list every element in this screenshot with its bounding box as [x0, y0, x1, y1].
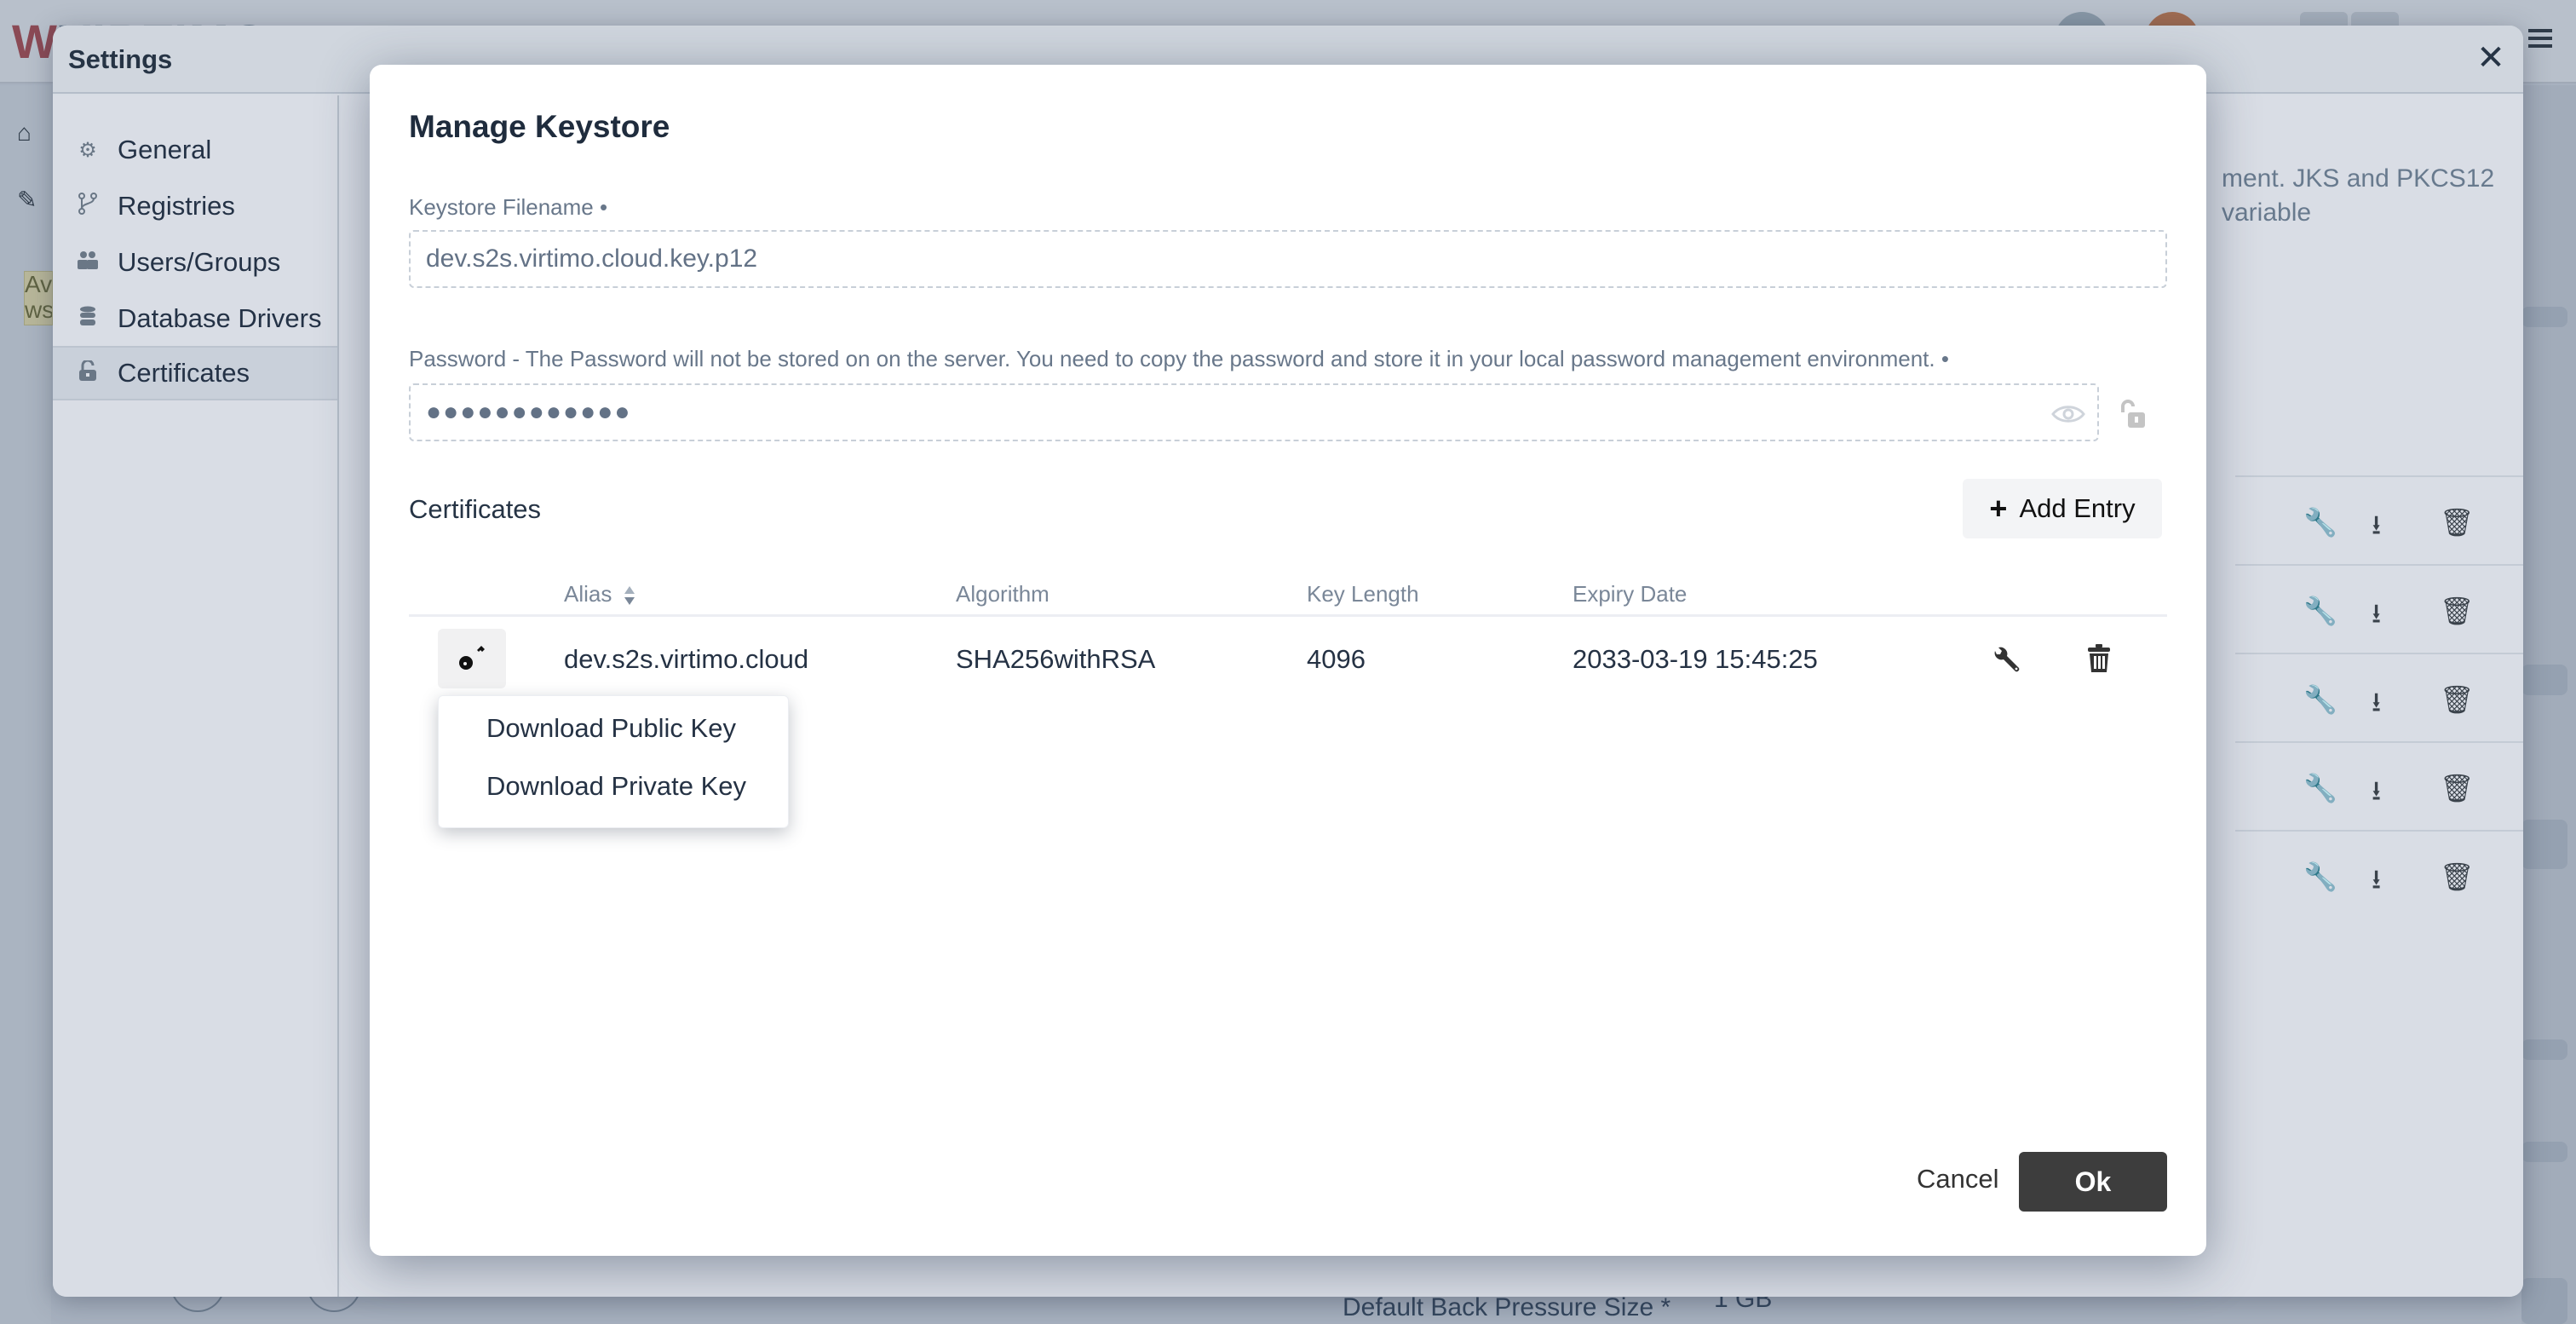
sidebar-item-label: Certificates — [118, 358, 250, 388]
keystore-filename-label: Keystore Filename • — [409, 194, 608, 220]
table-row: dev.s2s.virtimo.cloud SHA256withRSA 4096… — [409, 619, 2167, 702]
users-icon — [75, 250, 101, 275]
expiry-date-cell: 2033-03-19 15:45:25 — [1573, 644, 1818, 674]
keystore-row: 🔧 ⭳ 🗑 — [2235, 564, 2523, 653]
download-public-key-menu-item[interactable]: Download Public Key — [486, 713, 736, 744]
download-icon[interactable]: ⭳ — [2372, 861, 2381, 907]
sidebar-item-users-groups[interactable]: Users/Groups — [53, 235, 337, 290]
trash-icon[interactable]: 🗑 — [2440, 683, 2475, 716]
column-header-alias[interactable]: Alias — [564, 581, 635, 607]
sidebar-item-registries[interactable]: Registries — [53, 179, 337, 233]
back-pressure-label: Default Back Pressure Size * — [1343, 1293, 1671, 1321]
download-icon[interactable]: ⭳ — [2372, 506, 2381, 552]
wrench-icon[interactable]: 🔧 — [2303, 506, 2337, 538]
gear-icon: ⚙ — [78, 138, 97, 162]
database-icon — [75, 306, 101, 332]
sidebar-item-database-drivers[interactable]: Database Drivers — [53, 291, 337, 346]
key-context-menu: Download Public Key Download Private Key — [438, 695, 789, 828]
keystore-row: 🔧 ⭳ 🗑 — [2235, 475, 2523, 564]
key-length-cell: 4096 — [1307, 644, 1366, 674]
sidebar-item-label: Registries — [118, 191, 235, 221]
keystore-row: 🔧 ⭳ 🗑 — [2235, 830, 2523, 918]
wrench-icon[interactable]: 🔧 — [2303, 595, 2337, 627]
sidebar-item-certificates[interactable]: Certificates — [53, 346, 337, 400]
wrench-icon[interactable]: 🔧 — [2303, 772, 2337, 804]
background-note: Av ws — [24, 271, 53, 325]
column-header-key-length[interactable]: Key Length — [1307, 581, 1419, 607]
trash-icon[interactable]: 🗑 — [2440, 772, 2475, 804]
close-icon[interactable]: ✕ — [2472, 39, 2510, 77]
modal-title: Manage Keystore — [409, 109, 670, 144]
alias-cell: dev.s2s.virtimo.cloud — [564, 644, 809, 674]
manage-keystore-modal: Manage Keystore Keystore Filename • dev.… — [370, 65, 2206, 1256]
settings-sidebar: ⚙ General Registries Users/Groups Databa… — [53, 95, 339, 1297]
hamburger-menu-icon[interactable] — [2528, 29, 2552, 48]
keystore-filename-input[interactable]: dev.s2s.virtimo.cloud.key.p12 — [409, 230, 2167, 288]
wrench-icon[interactable]: 🔧 — [2303, 861, 2337, 893]
key-icon — [457, 642, 486, 676]
certificates-description: ment. JKS and PKCS12 variable — [2222, 164, 2495, 227]
algorithm-cell: SHA256withRSA — [956, 644, 1156, 674]
trash-icon[interactable]: 🗑 — [2440, 506, 2475, 538]
sidebar-item-label: Database Drivers — [118, 303, 322, 333]
column-header-algorithm[interactable]: Algorithm — [956, 581, 1049, 607]
sort-icon[interactable] — [624, 586, 635, 606]
download-icon[interactable]: ⭳ — [2372, 595, 2381, 641]
certificates-section-title: Certificates — [409, 494, 542, 524]
plus-icon: + — [1989, 491, 2008, 526]
sidebar-item-label: General — [118, 135, 212, 164]
sidebar-item-label: Users/Groups — [118, 247, 281, 277]
add-entry-button[interactable]: + Add Entry — [1963, 479, 2162, 538]
wrench-icon[interactable] — [1992, 644, 2022, 675]
download-icon[interactable]: ⭳ — [2372, 772, 2381, 818]
keystore-row: 🔧 ⭳ 🗑 — [2235, 653, 2523, 741]
trash-icon[interactable]: 🗑 — [2440, 861, 2475, 893]
home-icon[interactable]: ⌂ — [17, 119, 32, 147]
trash-icon[interactable] — [2087, 644, 2118, 675]
edit-icon[interactable]: ✎ — [17, 186, 37, 214]
branch-icon — [75, 192, 101, 221]
key-menu-button[interactable] — [438, 629, 506, 688]
ok-button[interactable]: Ok — [2019, 1152, 2167, 1212]
cancel-button[interactable]: Cancel — [1917, 1164, 1999, 1194]
wrench-icon[interactable]: 🔧 — [2303, 683, 2337, 716]
certificates-table-header: Alias Algorithm Key Length Expiry Date — [409, 571, 2167, 617]
password-input[interactable]: ●●●●●●●●●●●● — [409, 383, 2099, 441]
trash-icon[interactable]: 🗑 — [2440, 595, 2475, 627]
download-icon[interactable]: ⭳ — [2372, 683, 2381, 729]
unlock-icon[interactable] — [2118, 399, 2147, 429]
download-private-key-menu-item[interactable]: Download Private Key — [486, 771, 746, 802]
unlock-icon — [75, 359, 101, 387]
settings-title: Settings — [68, 44, 173, 74]
right-strip — [2521, 85, 2576, 1324]
keystore-row: 🔧 ⭳ 🗑 — [2235, 741, 2523, 830]
eye-icon[interactable] — [2051, 402, 2085, 423]
column-header-expiry-date[interactable]: Expiry Date — [1573, 581, 1687, 607]
password-label: Password - The Password will not be stor… — [409, 346, 1949, 371]
sidebar-item-general[interactable]: ⚙ General — [53, 123, 337, 177]
